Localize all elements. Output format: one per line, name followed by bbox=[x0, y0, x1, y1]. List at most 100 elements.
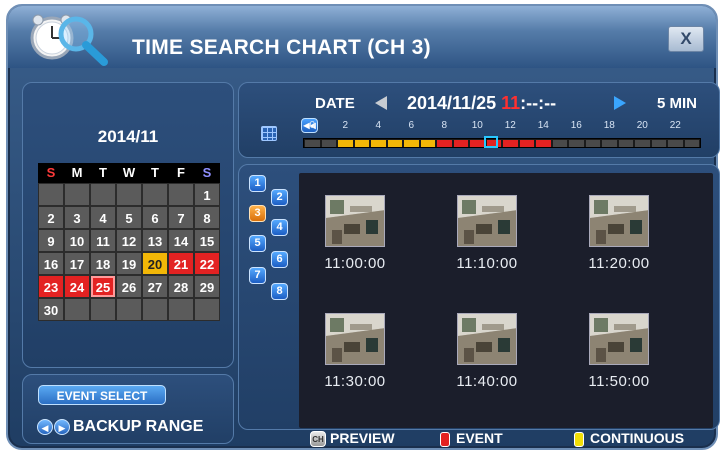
thumbnail-time: 11:30:00 bbox=[324, 373, 386, 390]
date-hour: 11 bbox=[501, 93, 521, 113]
timeline-hour-none[interactable] bbox=[651, 140, 666, 147]
timeline-hour-continuous[interactable] bbox=[404, 140, 419, 147]
channel-button-8[interactable]: 8 bbox=[271, 283, 288, 300]
timeline-hour-none[interactable] bbox=[684, 140, 699, 147]
calendar-day[interactable]: 16 bbox=[38, 252, 64, 275]
timeline-hour-none[interactable] bbox=[569, 140, 584, 147]
weekday-header: M bbox=[64, 163, 90, 183]
calendar-empty-cell bbox=[64, 183, 90, 206]
timeline-cursor[interactable] bbox=[483, 136, 498, 148]
date-timeline-panel: DATE 2014/11/25 11:--:-- 5 MIN ◀◀ 024681… bbox=[238, 82, 720, 158]
date-prev-icon[interactable] bbox=[375, 96, 387, 110]
thumbnail-time: 11:50:00 bbox=[588, 373, 650, 390]
timeline-hour-label: 8 bbox=[441, 120, 448, 131]
timeline-hour-label: 18 bbox=[603, 120, 615, 131]
calendar-day[interactable]: 9 bbox=[38, 229, 64, 252]
event-select-button[interactable]: EVENT SELECT bbox=[38, 385, 166, 405]
timeline-hour-continuous[interactable] bbox=[354, 140, 369, 147]
calendar-day[interactable]: 17 bbox=[64, 252, 90, 275]
timeline-hour-event[interactable] bbox=[536, 140, 551, 147]
timeline-hour-event[interactable] bbox=[519, 140, 534, 147]
calendar-day[interactable]: 12 bbox=[116, 229, 142, 252]
timeline-hour-label: 16 bbox=[570, 120, 582, 131]
thumbnail-time: 11:20:00 bbox=[588, 255, 650, 272]
calendar-day[interactable]: 23 bbox=[38, 275, 64, 298]
channel-button-3[interactable]: 3 bbox=[249, 205, 266, 222]
date-value: 2014/11/25 11:--:-- bbox=[407, 93, 556, 114]
legend-continuous: CONTINUOUS bbox=[590, 430, 685, 446]
date-next-icon[interactable] bbox=[614, 96, 626, 110]
thumbnail-image[interactable] bbox=[589, 195, 649, 247]
grid-view-icon[interactable] bbox=[261, 126, 277, 141]
calendar-day[interactable]: 26 bbox=[116, 275, 142, 298]
weekday-header: T bbox=[90, 163, 116, 183]
timeline-hour-event[interactable] bbox=[437, 140, 452, 147]
calendar-day[interactable]: 30 bbox=[38, 298, 64, 321]
timeline-hour-continuous[interactable] bbox=[371, 140, 386, 147]
zoom-level[interactable]: 5 MIN bbox=[657, 95, 697, 112]
calendar-day[interactable]: 13 bbox=[142, 229, 168, 252]
event-swatch bbox=[440, 432, 450, 447]
timeline-hour-label: 6 bbox=[408, 120, 415, 131]
timeline-hour-none[interactable] bbox=[602, 140, 617, 147]
timeline-hour-continuous[interactable] bbox=[387, 140, 402, 147]
date-label: DATE bbox=[315, 95, 355, 112]
timeline-hour-none[interactable] bbox=[585, 140, 600, 147]
thumbnail-image[interactable] bbox=[457, 195, 517, 247]
thumbnail-image[interactable] bbox=[325, 313, 385, 365]
calendar-day[interactable]: 3 bbox=[64, 206, 90, 229]
calendar-day[interactable]: 5 bbox=[116, 206, 142, 229]
actions-panel: EVENT SELECT ◀ ▶ BACKUP RANGE bbox=[22, 374, 234, 444]
timeline-hour-event[interactable] bbox=[503, 140, 518, 147]
close-button[interactable]: X bbox=[668, 26, 704, 52]
channel-button-5[interactable]: 5 bbox=[249, 235, 266, 252]
calendar-day[interactable]: 15 bbox=[194, 229, 220, 252]
calendar-day[interactable]: 4 bbox=[90, 206, 116, 229]
calendar-day[interactable]: 22 bbox=[194, 252, 220, 275]
calendar-day[interactable]: 2 bbox=[38, 206, 64, 229]
calendar-day[interactable]: 6 bbox=[142, 206, 168, 229]
calendar-empty-cell bbox=[64, 298, 90, 321]
timeline-bar[interactable] bbox=[303, 138, 701, 148]
timeline-hour-none[interactable] bbox=[321, 140, 336, 147]
calendar-day[interactable]: 24 bbox=[64, 275, 90, 298]
timeline-hour-event[interactable] bbox=[470, 140, 485, 147]
channel-button-1[interactable]: 1 bbox=[249, 175, 266, 192]
backup-next-icon[interactable]: ▶ bbox=[54, 419, 70, 435]
calendar-day[interactable]: 28 bbox=[168, 275, 194, 298]
channel-button-4[interactable]: 4 bbox=[271, 219, 288, 236]
channel-button-7[interactable]: 7 bbox=[249, 267, 266, 284]
calendar-day[interactable]: 25 bbox=[90, 275, 116, 298]
timeline-hour-none[interactable] bbox=[305, 140, 320, 147]
calendar-day[interactable]: 1 bbox=[194, 183, 220, 206]
calendar-day[interactable]: 14 bbox=[168, 229, 194, 252]
timeline-hour-continuous[interactable] bbox=[420, 140, 435, 147]
timeline-hour-continuous[interactable] bbox=[338, 140, 353, 147]
continuous-swatch bbox=[574, 432, 584, 447]
calendar-day[interactable]: 7 bbox=[168, 206, 194, 229]
calendar-day[interactable]: 8 bbox=[194, 206, 220, 229]
calendar-empty-cell bbox=[142, 298, 168, 321]
backup-range-arrows[interactable]: ◀ ▶ bbox=[37, 419, 71, 437]
timeline-hour-none[interactable] bbox=[552, 140, 567, 147]
backup-prev-icon[interactable]: ◀ bbox=[37, 419, 53, 435]
calendar-day[interactable]: 11 bbox=[90, 229, 116, 252]
calendar-day[interactable]: 19 bbox=[116, 252, 142, 275]
timeline-hour-label: 14 bbox=[537, 120, 549, 131]
calendar-day[interactable]: 29 bbox=[194, 275, 220, 298]
calendar-day[interactable]: 18 bbox=[90, 252, 116, 275]
timeline-hour-none[interactable] bbox=[668, 140, 683, 147]
calendar-day[interactable]: 21 bbox=[168, 252, 194, 275]
calendar-day[interactable]: 10 bbox=[64, 229, 90, 252]
weekday-header: W bbox=[116, 163, 142, 183]
calendar-day[interactable]: 27 bbox=[142, 275, 168, 298]
timeline-hour-none[interactable] bbox=[635, 140, 650, 147]
timeline-hour-none[interactable] bbox=[618, 140, 633, 147]
thumbnail-image[interactable] bbox=[589, 313, 649, 365]
thumbnail-image[interactable] bbox=[325, 195, 385, 247]
channel-button-6[interactable]: 6 bbox=[271, 251, 288, 268]
timeline-hour-event[interactable] bbox=[453, 140, 468, 147]
channel-button-2[interactable]: 2 bbox=[271, 189, 288, 206]
thumbnail-image[interactable] bbox=[457, 313, 517, 365]
calendar-day[interactable]: 20 bbox=[142, 252, 168, 275]
